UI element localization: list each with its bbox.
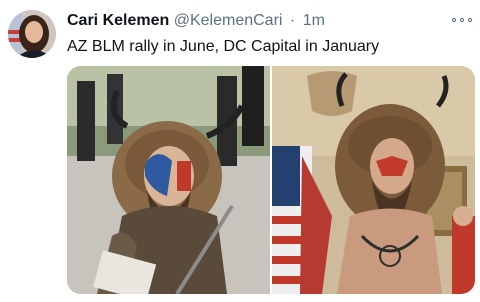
more-dot (452, 18, 456, 22)
photo-left[interactable] (67, 66, 270, 294)
more-dot (460, 18, 464, 22)
photo-right[interactable] (272, 66, 475, 294)
tweet-text: AZ BLM rally in June, DC Capital in Janu… (67, 38, 380, 55)
user-handle[interactable]: @KelemenCari (174, 12, 283, 29)
separator-dot: · (289, 12, 296, 29)
media-grid (67, 66, 475, 294)
timestamp[interactable]: 1m (303, 12, 325, 29)
tweet-header: Cari Kelemen @KelemenCari · 1m (67, 11, 325, 31)
avatar[interactable] (8, 10, 56, 58)
more-dot (468, 18, 472, 22)
tweet-card[interactable]: Cari Kelemen @KelemenCari · 1m AZ BLM ra… (0, 0, 480, 302)
display-name[interactable]: Cari Kelemen (67, 12, 169, 29)
more-options-icon[interactable] (452, 12, 472, 28)
